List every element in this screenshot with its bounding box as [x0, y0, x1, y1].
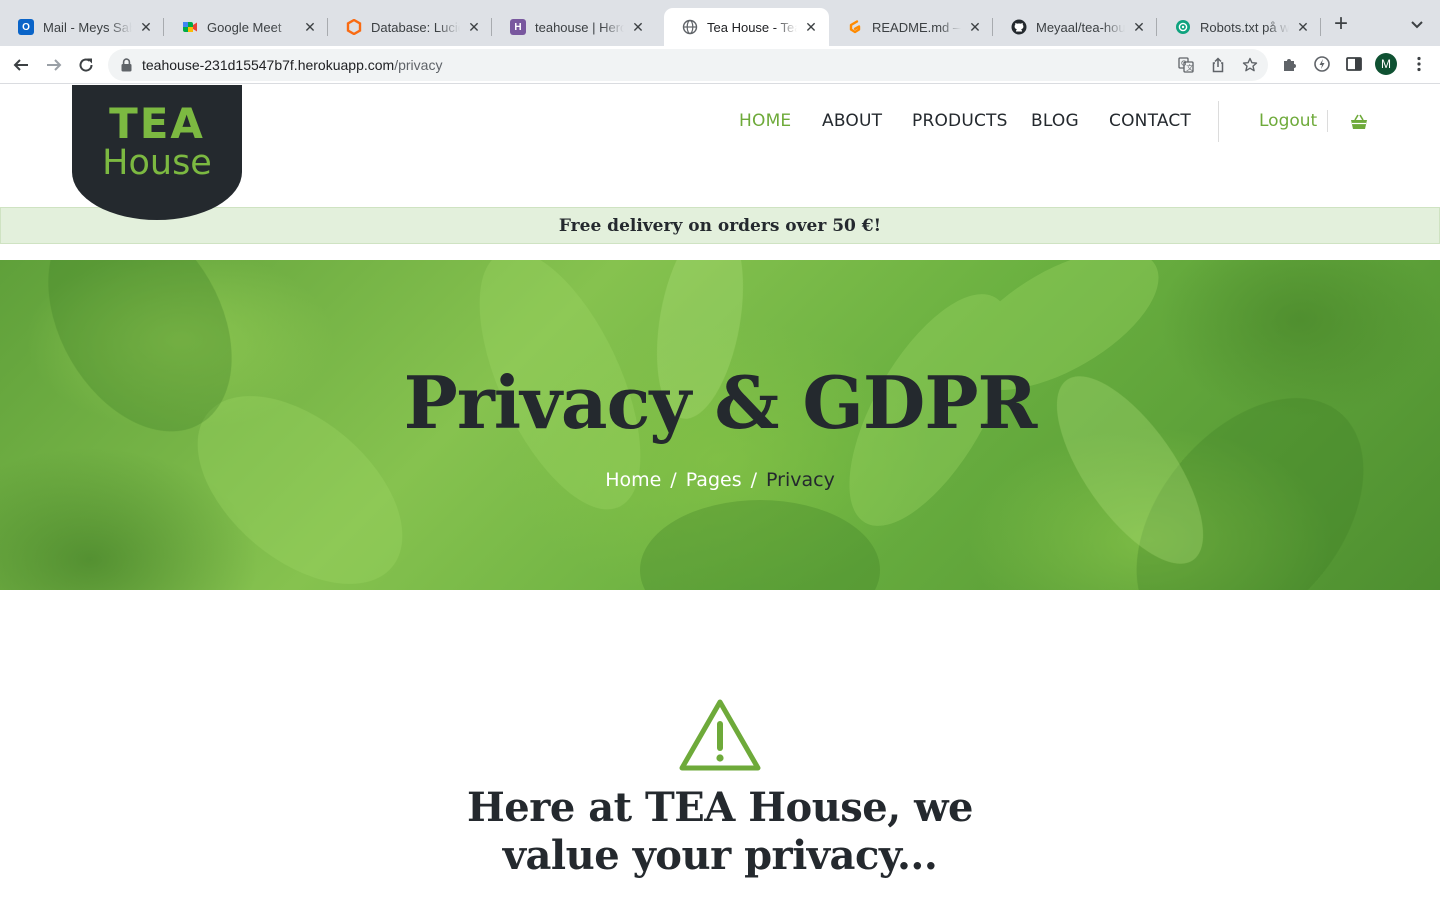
privacy-heading-line-1: Here at TEA House, we: [467, 784, 973, 831]
close-icon[interactable]: ✕: [1131, 19, 1147, 36]
logo-line-1: TEA: [109, 99, 205, 148]
address-bar[interactable]: teahouse-231d15547b7f.herokuapp.com/priv…: [108, 49, 1268, 81]
extensions-puzzle-icon[interactable]: [1281, 55, 1299, 73]
tab-lucidchart[interactable]: Database: Lucidchart ✕: [328, 8, 492, 46]
tab-title: Google Meet: [207, 19, 282, 35]
tab-title: Meyaal/tea-house: [1036, 19, 1125, 35]
new-tab-button[interactable]: +: [1328, 12, 1354, 38]
svg-text:文: 文: [1186, 63, 1193, 72]
reload-icon[interactable]: [74, 53, 98, 77]
side-panel-icon[interactable]: [1345, 55, 1363, 73]
tab-github[interactable]: Meyaal/tea-house ✕: [993, 8, 1157, 46]
close-icon[interactable]: ✕: [1295, 19, 1311, 36]
tab-title: Database: Lucidchart: [371, 19, 460, 35]
tab-tea-house[interactable]: Tea House - Tea Shop ✕: [664, 8, 829, 46]
tab-title: Tea House - Tea Shop: [707, 19, 797, 35]
tab-title: README.md — teahouse: [872, 19, 961, 35]
performance-icon[interactable]: [1313, 55, 1331, 73]
tea-house-logo[interactable]: TEA House: [72, 85, 242, 220]
logo-line-2: House: [102, 143, 212, 183]
gitpod-icon: [847, 19, 863, 35]
breadcrumb-home[interactable]: Home: [605, 469, 661, 491]
share-icon[interactable]: [1210, 57, 1226, 73]
close-icon[interactable]: ✕: [302, 19, 318, 36]
heroku-icon: H: [510, 19, 526, 35]
translate-icon[interactable]: 文G: [1178, 57, 1194, 73]
privacy-heading-line-2: value your privacy...: [502, 832, 938, 879]
logout-divider: [1327, 110, 1328, 132]
nav-home[interactable]: HOME: [739, 111, 791, 131]
breadcrumb-current: Privacy: [766, 469, 835, 491]
url-text: teahouse-231d15547b7f.herokuapp.com/priv…: [142, 57, 442, 73]
close-icon[interactable]: ✕: [803, 19, 819, 36]
breadcrumb-separator: /: [670, 469, 677, 491]
forward-arrow-icon[interactable]: [42, 53, 66, 77]
breadcrumb-pages[interactable]: Pages: [686, 469, 742, 491]
browser-menu-icon[interactable]: [1410, 55, 1428, 73]
tab-robots[interactable]: Robots.txt på webb ✕: [1157, 8, 1321, 46]
openai-icon: [1175, 19, 1191, 35]
tab-title: Robots.txt på webb: [1200, 19, 1289, 35]
nav-divider: [1218, 101, 1219, 142]
tab-separator: [1320, 18, 1321, 36]
url-path: /privacy: [394, 57, 443, 73]
svg-text:G: G: [1181, 60, 1186, 68]
nav-about[interactable]: ABOUT: [822, 111, 882, 131]
tab-search-chevron-icon[interactable]: [1407, 14, 1427, 34]
close-icon[interactable]: ✕: [967, 19, 983, 36]
close-icon[interactable]: ✕: [630, 19, 646, 36]
nav-contact[interactable]: CONTACT: [1109, 111, 1191, 131]
outlook-icon: O: [18, 19, 34, 35]
promo-text: Free delivery on orders over 50 €!: [558, 215, 882, 236]
url-host: teahouse-231d15547b7f.herokuapp.com: [142, 57, 395, 73]
browser-tab-strip: O Mail - Meys Sabah ✕ Google Meet ✕ Data…: [0, 0, 1440, 46]
breadcrumb-separator: /: [750, 469, 758, 491]
bookmark-star-icon[interactable]: [1242, 57, 1258, 73]
breadcrumb: Home / Pages / Privacy: [0, 469, 1440, 491]
globe-icon: [682, 19, 698, 35]
github-icon: [1011, 19, 1027, 35]
tab-heroku[interactable]: H teahouse | Heroku ✕: [492, 8, 656, 46]
lock-icon: [121, 58, 132, 77]
profile-avatar[interactable]: M: [1375, 53, 1397, 75]
hero-banner: Privacy & GDPR Home / Pages / Privacy: [0, 260, 1440, 590]
warning-triangle-icon: [678, 698, 762, 772]
page-title: Privacy & GDPR: [403, 360, 1038, 445]
back-arrow-icon[interactable]: [9, 53, 33, 77]
shopping-basket-icon[interactable]: [1350, 113, 1368, 131]
privacy-heading: Here at TEA House, we value your privacy.…: [420, 784, 1020, 880]
tab-title: Mail - Meys Sabah: [43, 19, 132, 35]
logout-link[interactable]: Logout: [1259, 111, 1317, 131]
tab-title: teahouse | Heroku: [535, 19, 624, 35]
browser-toolbar: teahouse-231d15547b7f.herokuapp.com/priv…: [0, 46, 1440, 84]
nav-blog[interactable]: BLOG: [1031, 111, 1079, 131]
tab-google-meet[interactable]: Google Meet ✕: [164, 8, 328, 46]
close-icon[interactable]: ✕: [138, 19, 154, 36]
nav-products[interactable]: PRODUCTS: [912, 111, 1008, 131]
promo-banner: Free delivery on orders over 50 €!: [0, 207, 1440, 244]
tab-readme[interactable]: README.md — teahouse ✕: [829, 8, 993, 46]
close-icon[interactable]: ✕: [466, 19, 482, 36]
site-header: TEA House HOME ABOUT PRODUCTS BLOG CONTA…: [0, 85, 1440, 220]
tab-mail[interactable]: O Mail - Meys Sabah ✕: [0, 8, 164, 46]
google-meet-icon: [182, 19, 198, 35]
lucidchart-icon: [346, 19, 362, 35]
